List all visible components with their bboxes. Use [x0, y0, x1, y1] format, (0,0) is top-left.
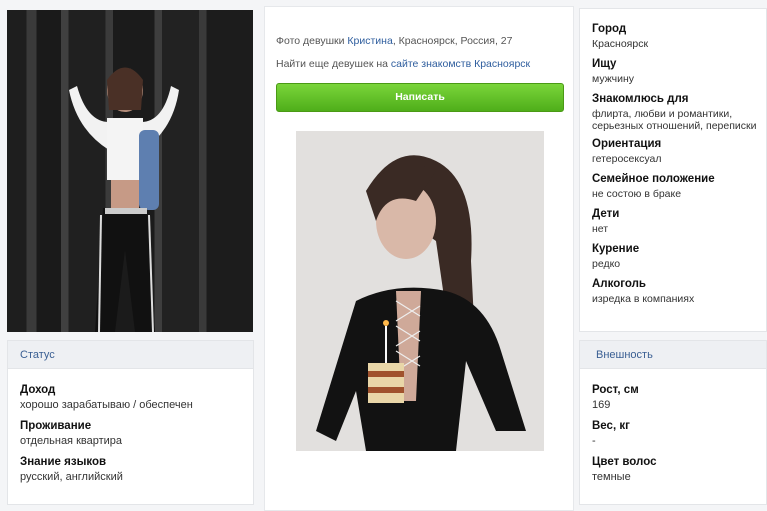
- height-value: 169: [592, 399, 611, 411]
- dating-purpose-value: флирта, любви и романтики, серьезных отн…: [592, 108, 757, 132]
- orientation-field: Ориентация гетеросексуал: [592, 138, 766, 165]
- weight-field: Вес, кг -: [580, 420, 766, 447]
- appearance-card: Внешность Рост, см 169 Вес, кг - Цвет во…: [579, 340, 767, 505]
- seeking-value: мужчину: [592, 73, 634, 85]
- photo-caption: Фото девушки Кристина, Красноярск, Росси…: [276, 35, 512, 47]
- photo-caption-prefix: Фото девушки: [276, 35, 345, 47]
- children-field: Дети нет: [592, 208, 766, 235]
- languages-label: Знание языков: [20, 456, 107, 468]
- height-label: Рост, см: [592, 384, 639, 396]
- left-column: Статус Доход хорошо зарабатываю / обеспе…: [0, 0, 260, 511]
- status-card: Статус Доход хорошо зарабатываю / обеспе…: [7, 340, 254, 505]
- smoking-value: редко: [592, 258, 621, 270]
- city-field: Город Красноярск: [592, 23, 766, 50]
- woman-figure-illustration: [69, 67, 179, 332]
- income-field: Доход хорошо зарабатываю / обеспечен: [8, 384, 253, 411]
- write-message-button[interactable]: Написать: [276, 83, 564, 112]
- profile-photo-secondary[interactable]: [7, 10, 253, 332]
- find-more-prefix: Найти еще девушек на: [276, 58, 388, 70]
- income-value: хорошо зарабатываю / обеспечен: [20, 399, 193, 411]
- status-header[interactable]: Статус: [8, 341, 253, 369]
- alcohol-value: изредка в компаниях: [592, 293, 695, 305]
- children-value: нет: [592, 223, 609, 235]
- orientation-label: Ориентация: [592, 138, 662, 150]
- languages-field: Знание языков русский, английский: [8, 456, 253, 483]
- alcohol-field: Алкоголь изредка в компаниях: [592, 278, 766, 305]
- dating-purpose-field: Знакомлюсь для флирта, любви и романтики…: [592, 93, 766, 132]
- height-field: Рост, см 169: [580, 384, 766, 411]
- main-profile-panel: Фото девушки Кристина, Красноярск, Росси…: [264, 6, 574, 511]
- woman-portrait-illustration: [296, 131, 544, 451]
- dating-purpose-label: Знакомлюсь для: [592, 93, 689, 105]
- housing-label: Проживание: [20, 420, 92, 432]
- hair-color-label: Цвет волос: [592, 456, 657, 468]
- smoking-field: Курение редко: [592, 243, 766, 270]
- marital-status-value: не состою в браке: [592, 188, 682, 200]
- city-value: Красноярск: [592, 38, 649, 50]
- seeking-label: Ищу: [592, 58, 617, 70]
- weight-label: Вес, кг: [592, 420, 630, 432]
- photo-caption-suffix: , Красноярск, Россия, 27: [392, 35, 513, 47]
- hair-color-value: темные: [592, 471, 631, 483]
- alcohol-label: Алкоголь: [592, 278, 646, 290]
- housing-value: отдельная квартира: [20, 435, 123, 447]
- profile-photo-main[interactable]: [296, 131, 544, 451]
- orientation-value: гетеросексуал: [592, 153, 662, 165]
- appearance-header[interactable]: Внешность: [580, 341, 766, 369]
- profile-name-link[interactable]: Кристина: [347, 35, 392, 47]
- marital-status-field: Семейное положение не состою в браке: [592, 173, 766, 200]
- right-column: Город Красноярск Ищу мужчину Знакомлюсь …: [579, 0, 767, 511]
- housing-field: Проживание отдельная квартира: [8, 420, 253, 447]
- languages-value: русский, английский: [20, 471, 123, 483]
- children-label: Дети: [592, 208, 620, 220]
- marital-status-label: Семейное положение: [592, 173, 715, 185]
- income-label: Доход: [20, 384, 56, 396]
- find-more-line: Найти еще девушек на сайте знакомств Кра…: [276, 58, 530, 70]
- hair-color-field: Цвет волос темные: [580, 456, 766, 483]
- weight-value: -: [592, 435, 596, 447]
- about-card: Город Красноярск Ищу мужчину Знакомлюсь …: [579, 8, 767, 332]
- seeking-field: Ищу мужчину: [592, 58, 766, 85]
- city-label: Город: [592, 23, 627, 35]
- smoking-label: Курение: [592, 243, 640, 255]
- dating-site-link[interactable]: сайте знакомств Красноярск: [391, 58, 530, 70]
